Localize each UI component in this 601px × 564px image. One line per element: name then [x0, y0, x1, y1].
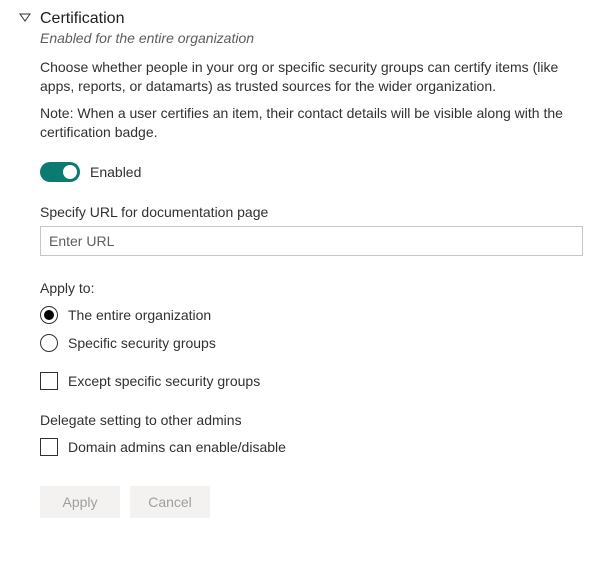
certification-settings-panel: Certification Enabled for the entire org… [0, 0, 601, 536]
action-buttons: Apply Cancel [40, 486, 583, 518]
radio-entire-organization[interactable]: The entire organization [40, 306, 583, 324]
enabled-toggle[interactable] [40, 162, 80, 182]
url-field-label: Specify URL for documentation page [40, 204, 583, 220]
radio-specific-security-groups[interactable]: Specific security groups [40, 334, 583, 352]
enabled-toggle-row: Enabled [40, 162, 583, 182]
section-header: Certification [18, 10, 583, 28]
checkbox-label: Except specific security groups [68, 373, 260, 389]
checkbox-icon [40, 372, 58, 390]
apply-button[interactable]: Apply [40, 486, 120, 518]
description-text: Choose whether people in your org or spe… [40, 58, 583, 96]
note-text: Note: When a user certifies an item, the… [40, 104, 583, 142]
radio-label: Specific security groups [68, 335, 216, 351]
collapse-toggle-icon[interactable] [18, 12, 32, 26]
enabled-toggle-label: Enabled [90, 164, 141, 180]
section-subtitle: Enabled for the entire organization [40, 30, 583, 46]
checkbox-icon [40, 438, 58, 456]
section-title: Certification [40, 10, 124, 28]
checkbox-label: Domain admins can enable/disable [68, 439, 286, 455]
apply-to-label: Apply to: [40, 280, 583, 296]
section-content: Enabled for the entire organization Choo… [18, 30, 583, 518]
except-specific-groups-checkbox[interactable]: Except specific security groups [40, 372, 583, 390]
radio-icon [40, 334, 58, 352]
cancel-button[interactable]: Cancel [130, 486, 210, 518]
delegate-label: Delegate setting to other admins [40, 412, 583, 428]
apply-to-group: Apply to: The entire organization Specif… [40, 280, 583, 352]
url-input[interactable] [40, 226, 583, 256]
domain-admins-checkbox[interactable]: Domain admins can enable/disable [40, 438, 583, 456]
radio-label: The entire organization [68, 307, 211, 323]
radio-icon [40, 306, 58, 324]
